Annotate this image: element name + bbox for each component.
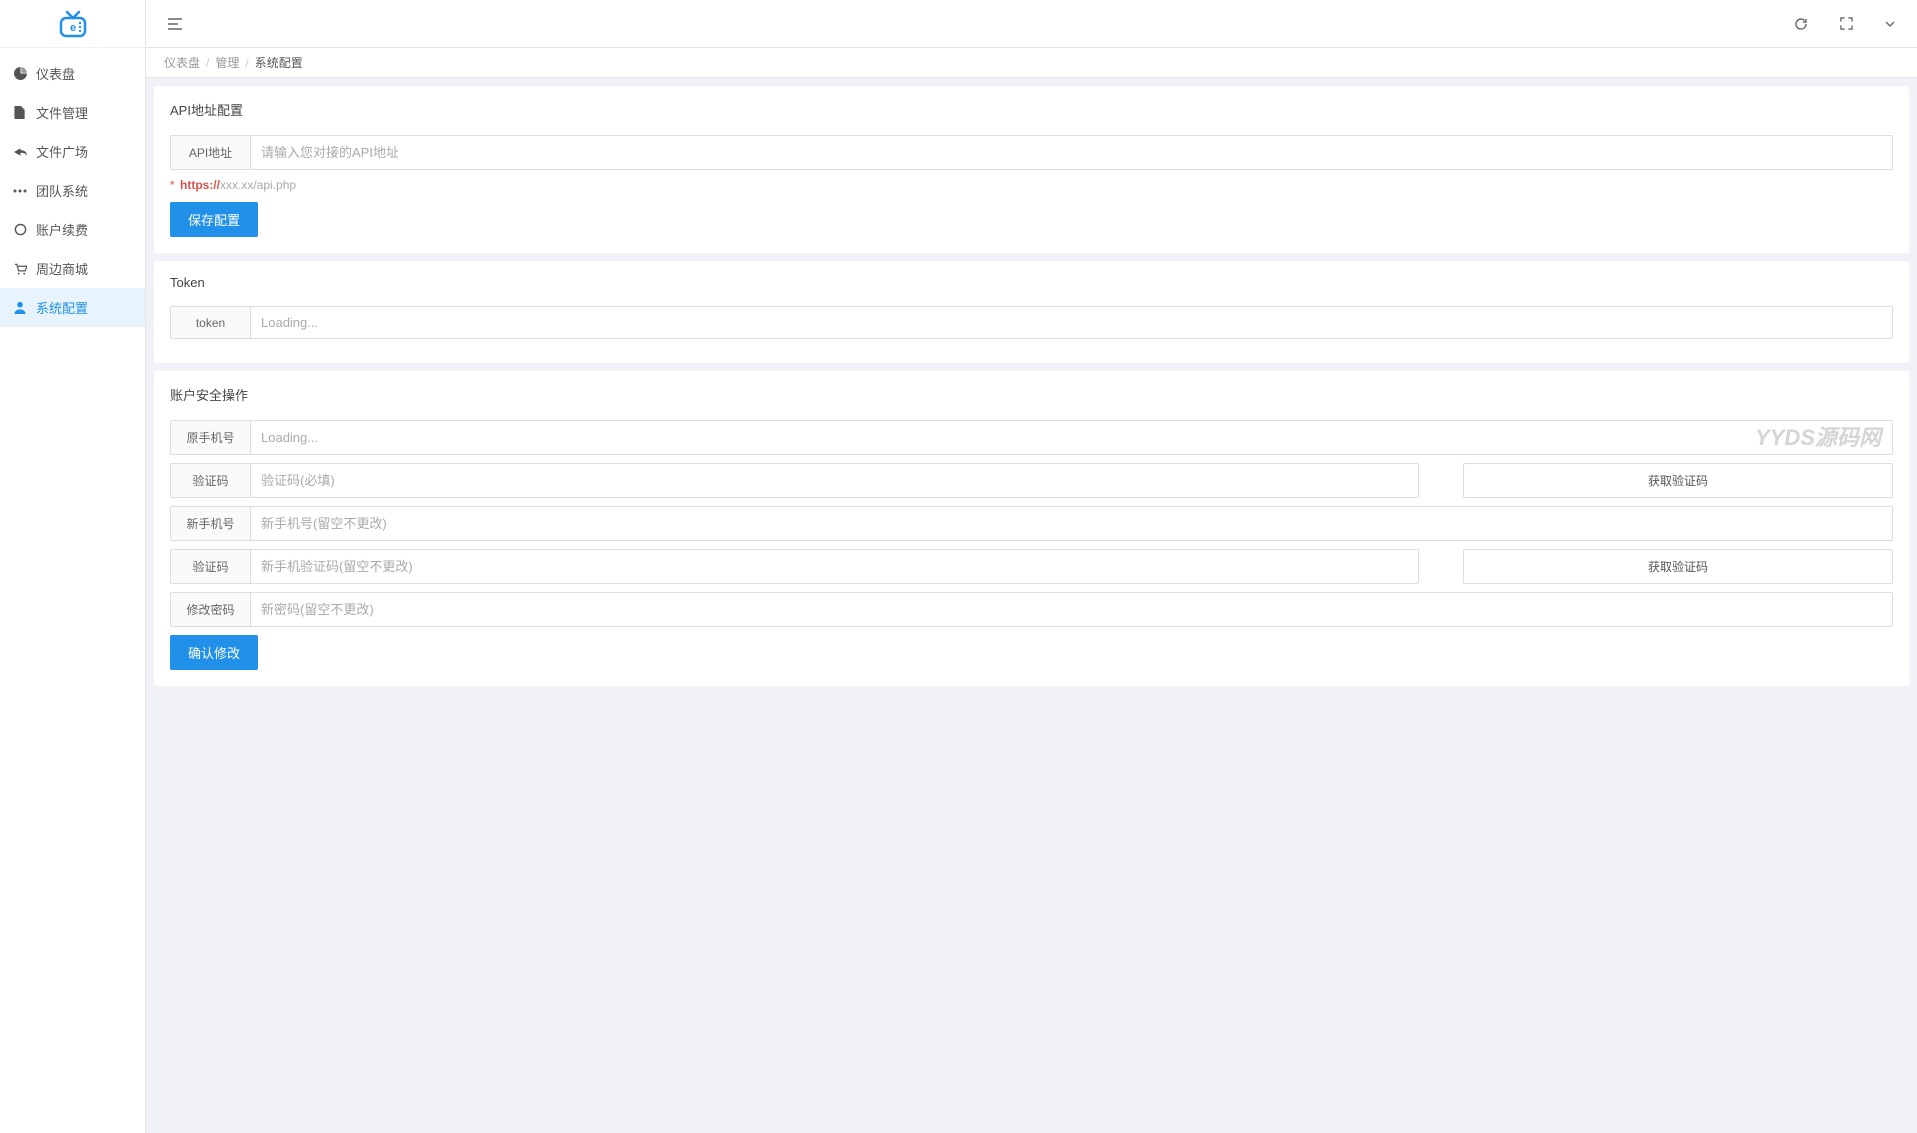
file-icon [12, 106, 28, 119]
share-icon [12, 146, 28, 158]
card-security: 账户安全操作 YYDS源码网 原手机号 验证码 [154, 371, 1909, 686]
breadcrumb-sep: / [206, 56, 209, 70]
get-code-button[interactable]: 获取验证码 [1463, 463, 1893, 498]
team-icon [12, 189, 28, 193]
token-input[interactable] [251, 307, 1892, 338]
password-input[interactable] [251, 593, 1892, 626]
sidebar-item-label: 仪表盘 [36, 64, 75, 83]
get-new-code-button[interactable]: 获取验证码 [1463, 549, 1893, 584]
renew-icon [12, 223, 28, 236]
verify-code-group: 验证码 [170, 463, 1419, 498]
api-address-group: API地址 [170, 135, 1893, 170]
sidebar-item-label: 团队系统 [36, 181, 88, 200]
new-phone-input[interactable] [251, 507, 1892, 540]
cart-icon [12, 263, 28, 275]
breadcrumb-root[interactable]: 仪表盘 [164, 54, 200, 71]
old-phone-input[interactable] [251, 421, 1892, 454]
chevron-down-icon[interactable] [1881, 17, 1899, 31]
menu-toggle-icon[interactable] [164, 14, 186, 34]
logo: e [0, 0, 145, 48]
breadcrumb-sep: / [245, 56, 248, 70]
card-title: Token [154, 261, 1909, 300]
old-phone-group: 原手机号 [170, 420, 1893, 455]
breadcrumb-current: 系统配置 [255, 54, 303, 71]
user-icon [12, 301, 28, 314]
sidebar-item-files[interactable]: 文件管理 [0, 93, 145, 132]
api-hint: * https://xxx.xx/api.php [170, 178, 1893, 192]
api-address-label: API地址 [171, 136, 251, 169]
token-group: token [170, 306, 1893, 339]
breadcrumb: 仪表盘 / 管理 / 系统配置 [146, 48, 1917, 78]
sidebar-item-label: 文件管理 [36, 103, 88, 122]
confirm-change-button[interactable]: 确认修改 [170, 635, 258, 670]
api-address-input[interactable] [251, 136, 1892, 169]
new-phone-group: 新手机号 [170, 506, 1893, 541]
sidebar-item-renew[interactable]: 账户续费 [0, 210, 145, 249]
sidebar: e 仪表盘 文件管理 [0, 0, 146, 1133]
card-token: Token token [154, 261, 1909, 363]
sidebar-item-label: 账户续费 [36, 220, 88, 239]
verify-code-input[interactable] [251, 464, 1418, 497]
new-verify-code-group: 验证码 [170, 549, 1419, 584]
sidebar-item-label: 文件广场 [36, 142, 88, 161]
dashboard-icon [12, 67, 28, 80]
sidebar-item-settings[interactable]: 系统配置 [0, 288, 145, 327]
new-verify-code-input[interactable] [251, 550, 1418, 583]
card-title: 账户安全操作 [154, 371, 1909, 414]
new-phone-label: 新手机号 [171, 507, 251, 540]
sidebar-item-label: 系统配置 [36, 298, 88, 317]
new-verify-code-label: 验证码 [171, 550, 251, 583]
refresh-icon[interactable] [1790, 13, 1812, 35]
fullscreen-icon[interactable] [1836, 13, 1857, 34]
topbar [146, 0, 1917, 48]
breadcrumb-mid[interactable]: 管理 [215, 54, 239, 71]
card-api-config: API地址配置 API地址 * https://xxx.xx/api.php 保… [154, 86, 1909, 253]
logo-icon: e [57, 8, 89, 40]
sidebar-nav: 仪表盘 文件管理 文件广场 团队系统 [0, 48, 145, 327]
sidebar-item-team[interactable]: 团队系统 [0, 171, 145, 210]
svg-text:e: e [70, 22, 76, 34]
verify-code-label: 验证码 [171, 464, 251, 497]
password-group: 修改密码 [170, 592, 1893, 627]
sidebar-item-label: 周边商城 [36, 259, 88, 278]
password-label: 修改密码 [171, 593, 251, 626]
card-title: API地址配置 [154, 86, 1909, 129]
old-phone-label: 原手机号 [171, 421, 251, 454]
save-config-button[interactable]: 保存配置 [170, 202, 258, 237]
token-label: token [171, 307, 251, 338]
sidebar-item-dashboard[interactable]: 仪表盘 [0, 54, 145, 93]
sidebar-item-shop[interactable]: 周边商城 [0, 249, 145, 288]
sidebar-item-square[interactable]: 文件广场 [0, 132, 145, 171]
